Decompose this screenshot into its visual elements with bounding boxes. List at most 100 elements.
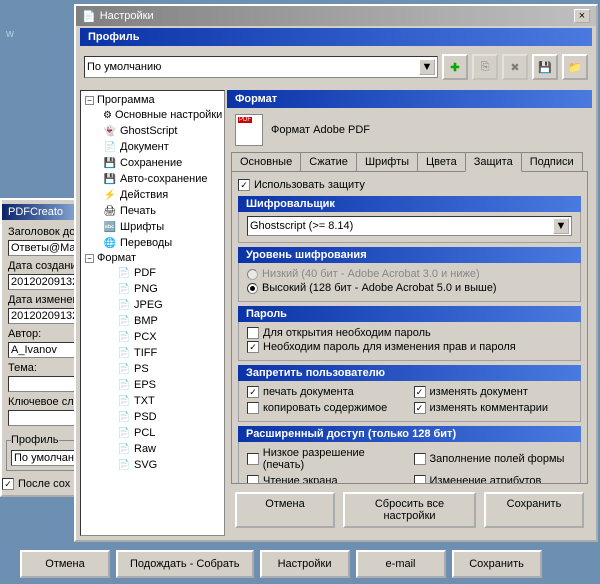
deny-checkbox[interactable] <box>247 402 259 414</box>
tree-item[interactable]: 📄EPS <box>83 377 222 393</box>
tree-item-icon: 📄 <box>103 140 117 154</box>
use-protection-checkbox[interactable] <box>238 179 250 191</box>
settings-tree[interactable]: −Программа ⚙Основные настройки👻GhostScri… <box>80 90 225 536</box>
tree-item[interactable]: 🔤Шрифты <box>83 219 222 235</box>
after-save-checkbox[interactable] <box>2 478 14 490</box>
tree-item[interactable]: 📄PS <box>83 361 222 377</box>
add-profile-button[interactable]: ✚ <box>442 54 468 80</box>
plus-icon: ✚ <box>450 61 459 74</box>
tree-item[interactable]: 📄Raw <box>83 441 222 457</box>
pw-open-label: Для открытия необходим пароль <box>263 327 431 339</box>
ext-checkbox[interactable] <box>247 475 259 484</box>
tab-4[interactable]: Защита <box>465 152 522 172</box>
tree-item[interactable]: ⚡Действия <box>83 187 222 203</box>
deny-label: печать документа <box>263 386 354 398</box>
ext-label: Заполнение полей формы <box>430 453 565 465</box>
level-low-radio <box>247 269 258 280</box>
after-save-label: После сох <box>18 478 70 490</box>
profile-value: По умолчанию <box>87 61 161 73</box>
reset-button[interactable]: Сбросить все настройки <box>343 492 476 528</box>
format-name: Формат Adobe PDF <box>271 124 370 136</box>
tree-item[interactable]: 📄PNG <box>83 281 222 297</box>
deny-title: Запретить пользователю <box>238 365 581 381</box>
tree-item-icon: 💾 <box>103 156 117 170</box>
tab-3[interactable]: Цвета <box>417 152 466 171</box>
tree-item[interactable]: 💾Сохранение <box>83 155 222 171</box>
disk-icon: 💾 <box>538 61 552 74</box>
file-icon: 📄 <box>117 426 131 440</box>
bg-save-button[interactable]: Сохранить <box>452 550 542 578</box>
tree-root-format[interactable]: −Формат <box>83 251 222 265</box>
tab-5[interactable]: Подписи <box>521 152 583 171</box>
close-button[interactable]: × <box>574 9 590 23</box>
profile-select[interactable]: По умолчанию ▼ <box>84 56 438 78</box>
ext-label: Низкое разрешение (печать) <box>263 447 406 471</box>
ext-checkbox[interactable] <box>247 453 259 465</box>
collapse-icon[interactable]: − <box>85 96 94 105</box>
deny-checkbox[interactable] <box>414 386 426 398</box>
pw-change-checkbox[interactable] <box>247 341 259 353</box>
copy-profile-button[interactable]: ⎘ <box>472 54 498 80</box>
bg-email-button[interactable]: e-mail <box>356 550 446 578</box>
tree-item[interactable]: 👻GhostScript <box>83 123 222 139</box>
tree-item[interactable]: 📄TXT <box>83 393 222 409</box>
titlebar: 📄Настройки × <box>76 6 596 26</box>
tree-item[interactable]: ⚙Основные настройки <box>83 107 222 123</box>
bg-link: w <box>6 28 14 40</box>
tree-item[interactable]: 📄SVG <box>83 457 222 473</box>
format-section-title: Формат <box>227 90 592 108</box>
delete-icon: ✖ <box>510 61 519 74</box>
bg-settings-button[interactable]: Настройки <box>260 550 350 578</box>
tree-item[interactable]: 📄PCL <box>83 425 222 441</box>
file-icon: 📄 <box>117 442 131 456</box>
ext-checkbox[interactable] <box>414 475 426 484</box>
tree-item[interactable]: 📄PSD <box>83 409 222 425</box>
tree-item[interactable]: 🖨Печать <box>83 203 222 219</box>
export-profile-button[interactable]: 📁 <box>562 54 588 80</box>
tree-item[interactable]: 💾Авто-сохранение <box>83 171 222 187</box>
folder-icon: 📁 <box>568 61 582 74</box>
tree-item[interactable]: 📄BMP <box>83 313 222 329</box>
deny-label: копировать содержимое <box>263 402 387 414</box>
level-high-radio[interactable] <box>247 283 258 294</box>
file-icon: 📄 <box>117 394 131 408</box>
tree-item[interactable]: 📄PCX <box>83 329 222 345</box>
tree-item[interactable]: 📄TIFF <box>83 345 222 361</box>
delete-profile-button[interactable]: ✖ <box>502 54 528 80</box>
deny-label: изменять документ <box>430 386 528 398</box>
level-title: Уровень шифрования <box>238 247 581 263</box>
ext-checkbox[interactable] <box>414 453 426 465</box>
tree-root-program[interactable]: −Программа <box>83 93 222 107</box>
tree-item[interactable]: 📄Документ <box>83 139 222 155</box>
deny-checkbox[interactable] <box>247 386 259 398</box>
ext-label: Изменение атрибутов <box>430 475 542 484</box>
file-icon: 📄 <box>117 282 131 296</box>
tree-item[interactable]: 📄PDF <box>83 265 222 281</box>
tab-2[interactable]: Шрифты <box>356 152 418 171</box>
bg-cancel-button[interactable]: Отмена <box>20 550 110 578</box>
tab-1[interactable]: Сжатие <box>300 152 357 171</box>
tree-item[interactable]: 📄JPEG <box>83 297 222 313</box>
tree-item-icon: ⚙ <box>103 108 112 122</box>
encryptor-select[interactable]: Ghostscript (>= 8.14)▼ <box>247 216 572 236</box>
tab-0[interactable]: Основные <box>231 152 301 171</box>
file-icon: 📄 <box>117 378 131 392</box>
deny-label: изменять комментарии <box>430 402 549 414</box>
bg-wait-button[interactable]: Подождать - Собрать <box>116 550 254 578</box>
settings-window: 📄Настройки × Профиль По умолчанию ▼ ✚ ⎘ … <box>74 4 598 542</box>
save-button[interactable]: Сохранить <box>484 492 584 528</box>
collapse-icon[interactable]: − <box>85 254 94 263</box>
file-icon: 📄 <box>117 298 131 312</box>
dropdown-icon[interactable]: ▼ <box>419 59 435 75</box>
pw-open-checkbox[interactable] <box>247 327 259 339</box>
tab-content-security: Использовать защиту Шифровальщик Ghostsc… <box>231 172 588 484</box>
tree-item-icon: 🔤 <box>103 220 117 234</box>
deny-checkbox[interactable] <box>414 402 426 414</box>
file-icon: 📄 <box>117 266 131 280</box>
save-profile-button[interactable]: 💾 <box>532 54 558 80</box>
tree-item[interactable]: 🌐Переводы <box>83 235 222 251</box>
cancel-button[interactable]: Отмена <box>235 492 335 528</box>
metadata-buttons: Отмена Подождать - Собрать Настройки e-m… <box>20 550 542 578</box>
file-icon: 📄 <box>117 314 131 328</box>
dropdown-icon[interactable]: ▼ <box>553 218 569 234</box>
